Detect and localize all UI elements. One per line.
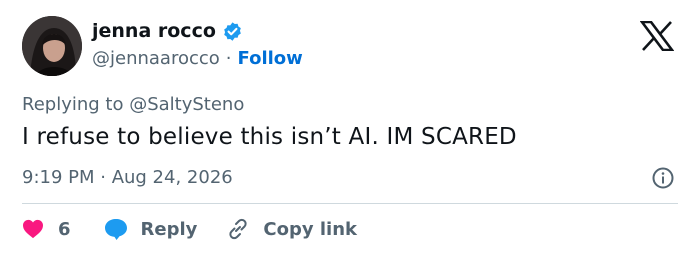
reply-bubble-icon (103, 217, 129, 241)
author-handle[interactable]: @jennaarocco (92, 48, 220, 69)
author-name[interactable]: jenna rocco (92, 20, 216, 42)
divider (22, 203, 678, 204)
heart-icon (22, 219, 44, 239)
reply-label: Reply (140, 218, 198, 240)
verified-badge-icon (222, 21, 243, 42)
like-button[interactable]: 6 (22, 219, 71, 240)
like-count: 6 (58, 218, 71, 240)
follow-button[interactable]: Follow (238, 48, 303, 69)
info-icon[interactable] (651, 166, 675, 190)
replying-to[interactable]: Replying to @SaltySteno (22, 94, 244, 115)
timestamp[interactable]: 9:19 PM · Aug 24, 2026 (22, 167, 233, 188)
action-bar: 6 Reply Copy link (22, 215, 357, 243)
avatar-photo (22, 16, 82, 76)
reply-button[interactable]: Reply (103, 217, 198, 241)
author-handle-row: @jennaarocco · Follow (92, 48, 303, 69)
author-name-row: jenna rocco (92, 20, 243, 42)
tweet-text: I refuse to believe this isn’t AI. IM SC… (22, 124, 517, 150)
copy-link-button[interactable]: Copy link (225, 216, 357, 242)
avatar[interactable] (22, 16, 82, 76)
link-icon (225, 216, 251, 242)
separator-dot: · (225, 48, 232, 69)
copy-link-label: Copy link (263, 218, 357, 240)
x-logo-icon[interactable] (640, 21, 674, 51)
